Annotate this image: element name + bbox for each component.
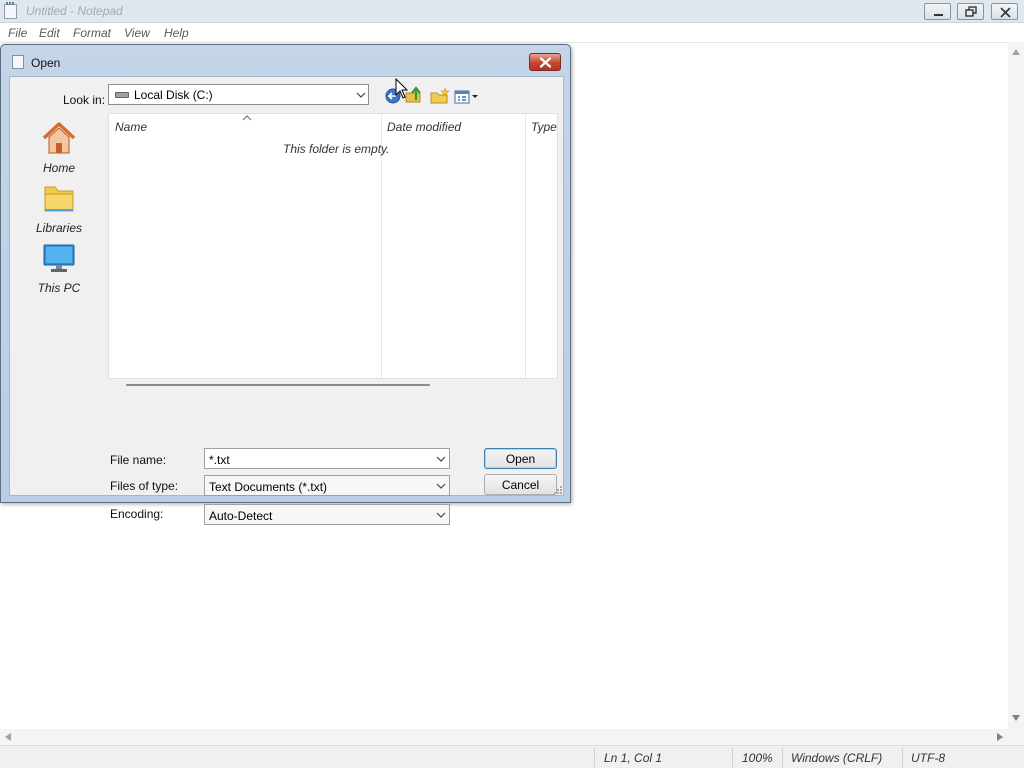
notepad-titlebar[interactable]: Untitled - Notepad	[0, 0, 1024, 23]
look-in-value: Local Disk (C:)	[134, 88, 213, 102]
column-header-date-modified[interactable]: Date modified	[382, 114, 525, 140]
new-folder-button[interactable]	[430, 84, 450, 106]
files-of-type-dropdown[interactable]: Text Documents (*.txt)	[204, 475, 450, 496]
place-this-pc-label: This PC	[37, 281, 81, 295]
file-name-value: *.txt	[209, 453, 230, 467]
drive-icon	[115, 92, 129, 98]
new-folder-icon	[430, 87, 450, 104]
places-bar: Home Libraries This PC	[10, 113, 108, 383]
status-separator	[782, 748, 783, 767]
status-bar: Ln 1, Col 1 100% Windows (CRLF) UTF-8	[0, 745, 1024, 768]
minimize-icon	[934, 14, 943, 16]
chevron-down-icon	[433, 476, 449, 495]
dialog-close-button[interactable]	[529, 53, 561, 71]
menu-help[interactable]: Help	[164, 26, 189, 40]
files-of-type-label: Files of type:	[110, 479, 179, 493]
open-dialog: Open Look in: Local Disk (C:) Home Libra…	[0, 44, 571, 525]
place-home-label: Home	[42, 161, 75, 175]
column-header-type[interactable]: Type	[526, 114, 557, 140]
menu-format[interactable]: Format	[73, 26, 111, 40]
chevron-down-icon[interactable]	[433, 449, 449, 468]
column-divider[interactable]	[525, 114, 526, 378]
status-cursor-position: Ln 1, Col 1	[604, 751, 663, 765]
vertical-scrollbar[interactable]	[1008, 42, 1024, 729]
place-libraries[interactable]: Libraries	[10, 181, 108, 237]
sort-up-icon	[242, 115, 252, 121]
menu-file[interactable]: File	[8, 26, 27, 40]
dialog-body: Look in: Local Disk (C:) Home Libraries …	[9, 76, 564, 525]
look-in-label: Look in:	[63, 93, 106, 107]
notepad-app-icon	[4, 2, 17, 19]
column-header-date-label: Date modified	[387, 120, 462, 134]
place-home[interactable]: Home	[10, 121, 108, 177]
place-this-pc[interactable]: This PC	[10, 241, 108, 297]
scroll-arrows-icon	[5, 733, 1003, 741]
status-line-endings: Windows (CRLF)	[791, 751, 883, 765]
file-name-input[interactable]: *.txt	[204, 448, 450, 469]
close-icon	[539, 57, 552, 68]
encoding-label: Encoding:	[110, 507, 164, 521]
file-list-horizontal-scrollbar[interactable]	[126, 384, 430, 386]
mouse-pointer-icon	[395, 78, 409, 99]
files-of-type-value: Text Documents (*.txt)	[209, 480, 328, 494]
view-menu-icon	[454, 90, 478, 104]
restore-button[interactable]	[957, 3, 984, 20]
view-menu-button[interactable]	[453, 84, 481, 106]
encoding-value: Auto-Detect	[209, 509, 273, 523]
place-libraries-label: Libraries	[35, 221, 83, 235]
libraries-folder-icon	[44, 186, 74, 212]
menu-bar: File Edit Format View Help	[0, 23, 1024, 42]
dialog-titlebar[interactable]: Open	[1, 45, 570, 75]
status-encoding: UTF-8	[911, 751, 945, 765]
encoding-dropdown[interactable]: Auto-Detect	[204, 504, 450, 525]
minimize-button[interactable]	[924, 3, 951, 20]
status-zoom: 100%	[742, 751, 773, 765]
file-list[interactable]: Name Date modified Type This folder is e…	[108, 113, 558, 379]
monitor-icon	[43, 244, 75, 272]
notepad-title: Untitled - Notepad	[26, 4, 123, 18]
cancel-button[interactable]: Cancel	[484, 474, 557, 495]
status-separator	[902, 748, 903, 767]
resize-grip-icon[interactable]	[553, 485, 563, 495]
home-icon	[42, 122, 76, 154]
open-button[interactable]: Open	[484, 448, 557, 469]
close-icon	[1000, 7, 1011, 18]
look-in-dropdown[interactable]: Local Disk (C:)	[108, 84, 369, 105]
dialog-notepad-icon	[12, 55, 24, 69]
file-name-label: File name:	[110, 453, 167, 467]
empty-folder-message: This folder is empty.	[283, 142, 390, 156]
column-header-type-label: Type	[531, 120, 557, 134]
menu-view[interactable]: View	[124, 26, 150, 40]
menu-edit[interactable]: Edit	[39, 26, 60, 40]
horizontal-scrollbar[interactable]	[0, 729, 1008, 745]
chevron-down-icon	[433, 505, 449, 524]
restore-icon	[965, 6, 977, 17]
chevron-down-icon	[353, 85, 369, 104]
status-separator	[732, 748, 733, 767]
scroll-arrows-icon	[1012, 49, 1020, 721]
status-separator	[594, 748, 595, 767]
column-header-name-label: Name	[115, 120, 148, 134]
scrollbar-corner	[1008, 729, 1024, 745]
dialog-title: Open	[31, 56, 61, 70]
close-button[interactable]	[991, 3, 1018, 20]
